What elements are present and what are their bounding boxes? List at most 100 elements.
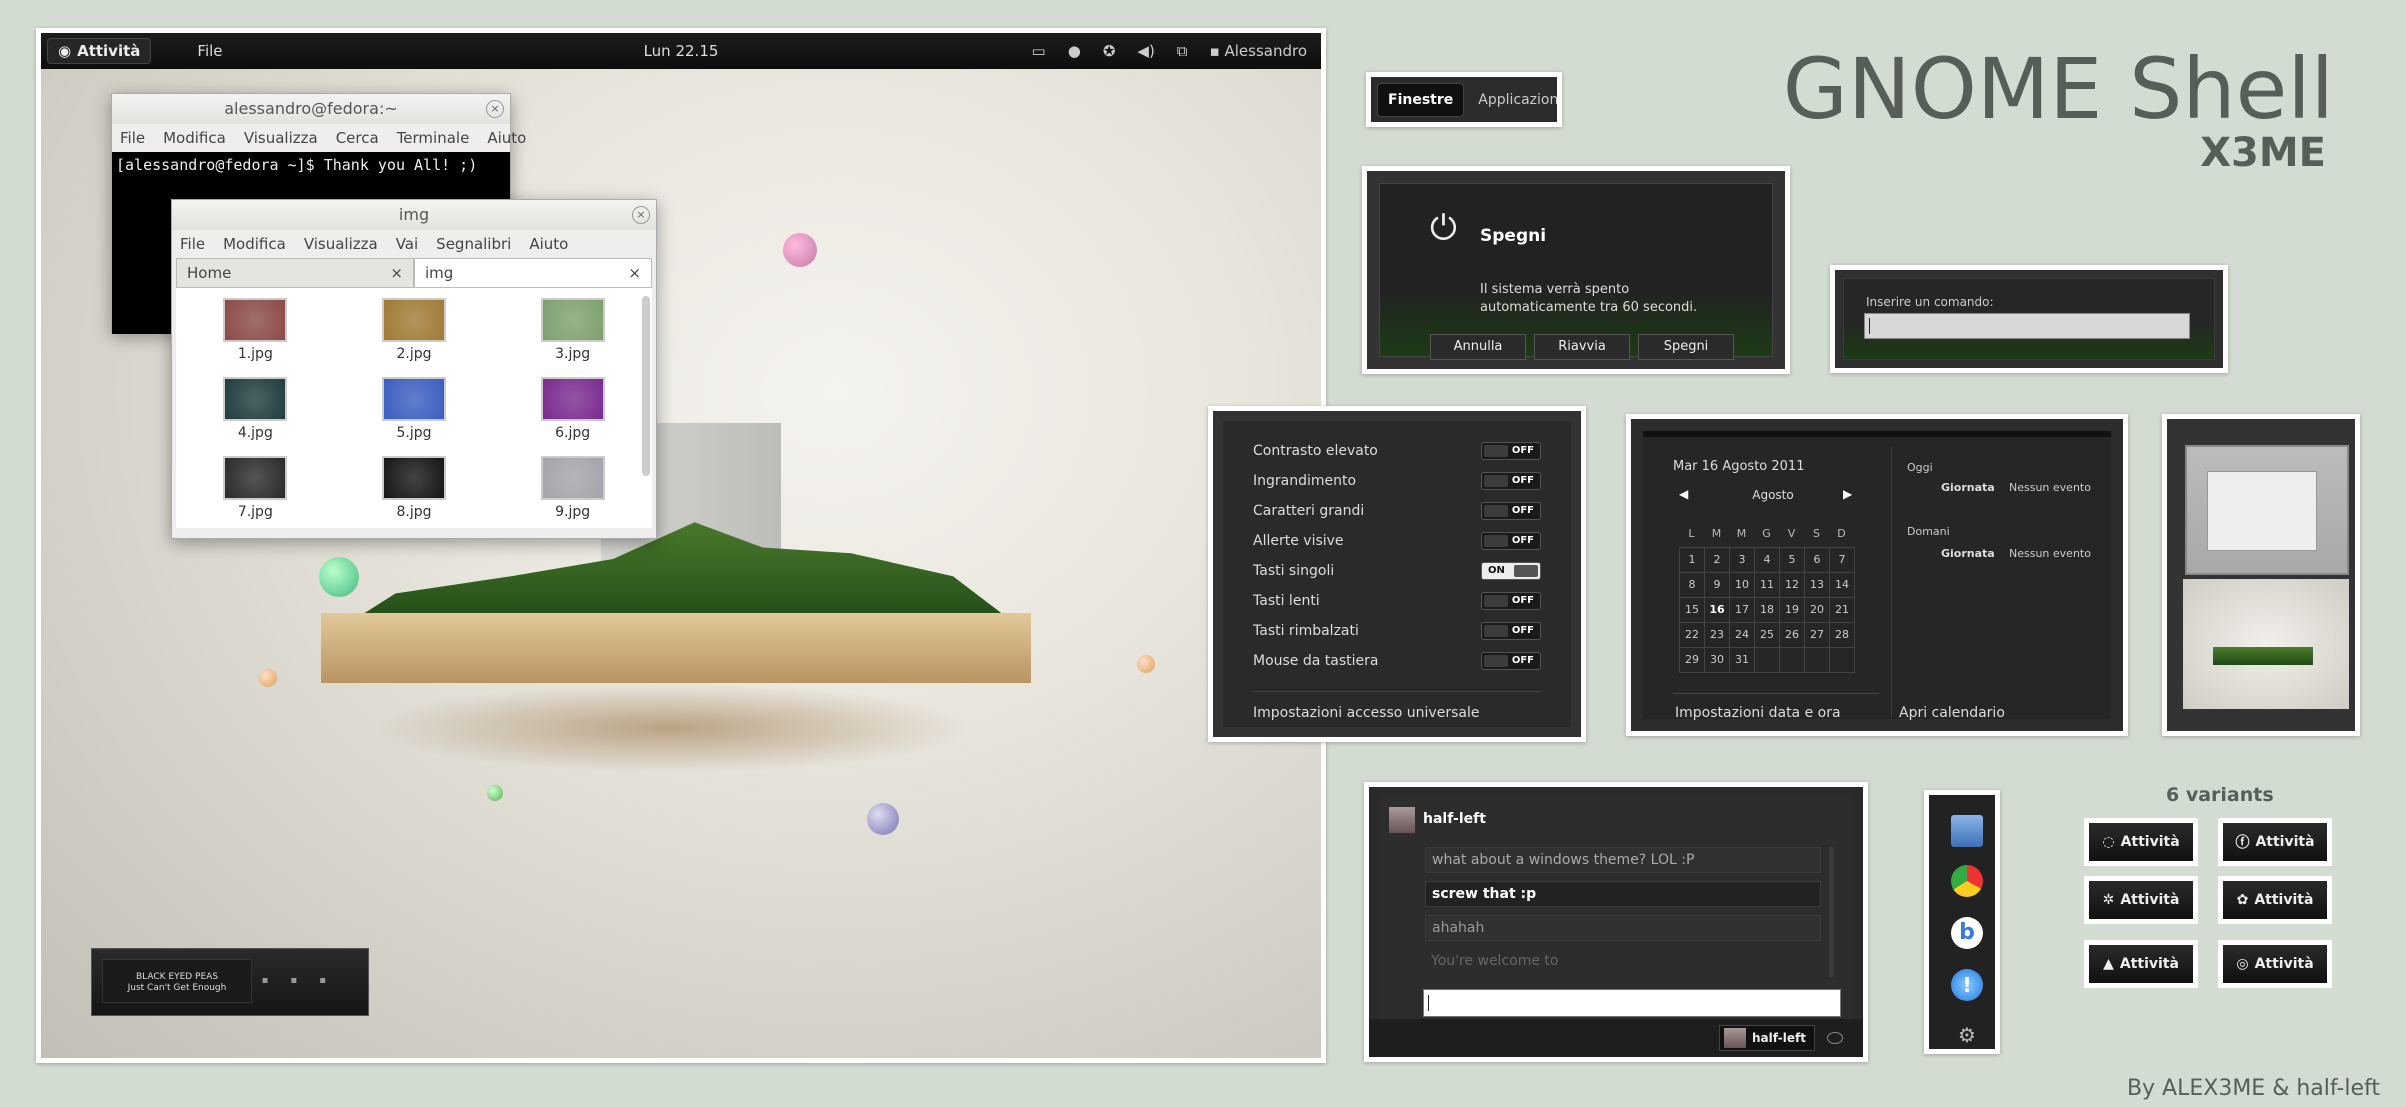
user-menu[interactable]: ▪ Alessandro <box>1210 42 1307 60</box>
toggle-switch[interactable]: OFF <box>1481 622 1541 640</box>
tab-img[interactable]: img × <box>414 258 652 288</box>
file-item[interactable]: 3.jpg <box>493 298 652 377</box>
calendar-day[interactable]: 6 <box>1805 548 1830 573</box>
file-item[interactable]: 7.jpg <box>176 456 335 535</box>
calendar-day[interactable]: 5 <box>1780 548 1805 573</box>
tray-icon[interactable] <box>1827 1032 1843 1044</box>
file-item[interactable]: 6.jpg <box>493 377 652 456</box>
toggle-switch[interactable]: OFF <box>1481 442 1541 460</box>
tray-chat-item[interactable]: half-left <box>1719 1025 1815 1051</box>
file-item[interactable]: 5.jpg <box>335 377 494 456</box>
applications-tab[interactable]: Applicazioni <box>1468 84 1557 116</box>
file-item[interactable]: 9.jpg <box>493 456 652 535</box>
calendar-day[interactable]: 18 <box>1755 598 1780 623</box>
variant-4[interactable]: ✿ Attività <box>2218 876 2332 924</box>
chrome-icon[interactable] <box>1951 865 1983 897</box>
a11y-item[interactable]: Tasti lenti OFF <box>1253 592 1541 613</box>
chat-reply-input[interactable] <box>1423 989 1841 1017</box>
calendar-day[interactable]: 31 <box>1730 648 1755 673</box>
calendar-day[interactable]: 16 <box>1705 598 1730 623</box>
toggle-switch[interactable]: ON <box>1481 562 1541 580</box>
windows-tab[interactable]: Finestre <box>1377 82 1465 117</box>
close-tab-icon[interactable]: × <box>390 264 403 282</box>
toggle-switch[interactable]: OFF <box>1481 532 1541 550</box>
tab-home[interactable]: Home × <box>176 258 414 288</box>
accessibility-icon[interactable]: ✪ <box>1103 42 1116 60</box>
folder-icon[interactable]: ▭ <box>1032 42 1046 60</box>
file-item[interactable]: 4.jpg <box>176 377 335 456</box>
calendar-day[interactable]: 28 <box>1830 623 1855 648</box>
variant-3[interactable]: ✲ Attività <box>2084 876 2198 924</box>
cancel-button[interactable]: Annulla <box>1430 334 1526 360</box>
calendar-day[interactable]: 4 <box>1755 548 1780 573</box>
calendar-day[interactable]: 29 <box>1680 648 1705 673</box>
empathy-icon[interactable]: b <box>1951 917 1983 949</box>
a11y-item[interactable]: Tasti singoli ON <box>1253 562 1541 583</box>
a11y-item[interactable]: Caratteri grandi OFF <box>1253 502 1541 523</box>
notification-icon[interactable]: ! <box>1951 969 1983 1001</box>
menu-cerca[interactable]: Cerca <box>336 129 379 147</box>
menu-modifica[interactable]: Modifica <box>223 235 286 253</box>
calendar-day[interactable]: 10 <box>1730 573 1755 598</box>
menu-file[interactable]: File <box>120 129 145 147</box>
calendar-day[interactable]: 3 <box>1730 548 1755 573</box>
menu-visualizza[interactable]: Visualizza <box>304 235 378 253</box>
calendar-day[interactable]: 19 <box>1780 598 1805 623</box>
calendar-day[interactable]: 27 <box>1805 623 1830 648</box>
workspace-1-thumbnail[interactable] <box>2185 445 2349 575</box>
calendar-day[interactable]: 2 <box>1705 548 1730 573</box>
file-item[interactable]: 8.jpg <box>335 456 494 535</box>
close-tab-icon[interactable]: × <box>628 264 641 282</box>
menu-aiuto[interactable]: Aiuto <box>529 235 568 253</box>
calendar-day[interactable]: 11 <box>1755 573 1780 598</box>
prev-month-icon[interactable]: ◀ <box>1679 487 1688 501</box>
toggle-switch[interactable]: OFF <box>1481 592 1541 610</box>
music-player-widget[interactable]: BLACK EYED PEAS Just Can't Get Enough ▪▪… <box>91 948 369 1016</box>
a11y-item[interactable]: Ingrandimento OFF <box>1253 472 1541 493</box>
command-input[interactable] <box>1864 313 2190 339</box>
volume-icon[interactable]: ◀) <box>1137 42 1154 60</box>
a11y-item[interactable]: Allerte visive OFF <box>1253 532 1541 553</box>
player-controls[interactable]: ▪▪▪ <box>262 975 348 986</box>
clock[interactable]: Lun 22.15 <box>644 42 719 60</box>
menu-file[interactable]: File <box>180 235 205 253</box>
gear-icon[interactable]: ⚙ <box>1951 1019 1983 1049</box>
calendar-day[interactable]: 12 <box>1780 573 1805 598</box>
calendar-day[interactable]: 21 <box>1830 598 1855 623</box>
calendar-day[interactable]: 1 <box>1680 548 1705 573</box>
menu-terminale[interactable]: Terminale <box>397 129 470 147</box>
calendar-day[interactable]: 26 <box>1780 623 1805 648</box>
activities-button[interactable]: ◉ Attività <box>47 38 152 64</box>
variant-6[interactable]: ◎ Attività <box>2218 940 2332 988</box>
toggle-switch[interactable]: OFF <box>1481 502 1541 520</box>
calendar-day[interactable]: 13 <box>1805 573 1830 598</box>
calendar-day[interactable]: 14 <box>1830 573 1855 598</box>
variant-2[interactable]: ⓕ Attività <box>2218 818 2332 866</box>
calendar-day[interactable]: 9 <box>1705 573 1730 598</box>
close-icon[interactable]: × <box>632 206 650 224</box>
menu-modifica[interactable]: Modifica <box>163 129 226 147</box>
restart-button[interactable]: Riavvia <box>1534 334 1630 360</box>
workspace-2-thumbnail[interactable] <box>2183 579 2349 709</box>
app-menu-file[interactable]: File <box>197 42 222 60</box>
menu-segnalibri[interactable]: Segnalibri <box>436 235 511 253</box>
next-month-icon[interactable]: ▶ <box>1843 487 1852 501</box>
calendar-day[interactable]: 17 <box>1730 598 1755 623</box>
file-item[interactable]: 2.jpg <box>335 298 494 377</box>
toggle-switch[interactable]: OFF <box>1481 472 1541 490</box>
toggle-switch[interactable]: OFF <box>1481 652 1541 670</box>
calendar-day[interactable]: 8 <box>1680 573 1705 598</box>
calendar-day[interactable]: 25 <box>1755 623 1780 648</box>
record-icon[interactable]: ● <box>1068 42 1081 60</box>
menu-aiuto[interactable]: Aiuto <box>487 129 526 147</box>
file-manager-window[interactable]: img × File Modifica Visualizza Vai Segnal… <box>171 199 657 539</box>
scrollbar[interactable] <box>642 296 650 476</box>
calendar-day[interactable]: 30 <box>1705 648 1730 673</box>
file-item[interactable]: 1.jpg <box>176 298 335 377</box>
close-icon[interactable]: × <box>486 100 504 118</box>
network-icon[interactable]: ⧉ <box>1177 42 1188 60</box>
a11y-item[interactable]: Contrasto elevato OFF <box>1253 442 1541 463</box>
shutdown-button[interactable]: Spegni <box>1638 334 1734 360</box>
folder-icon[interactable] <box>1951 815 1983 847</box>
a11y-item[interactable]: Tasti rimbalzati OFF <box>1253 622 1541 643</box>
